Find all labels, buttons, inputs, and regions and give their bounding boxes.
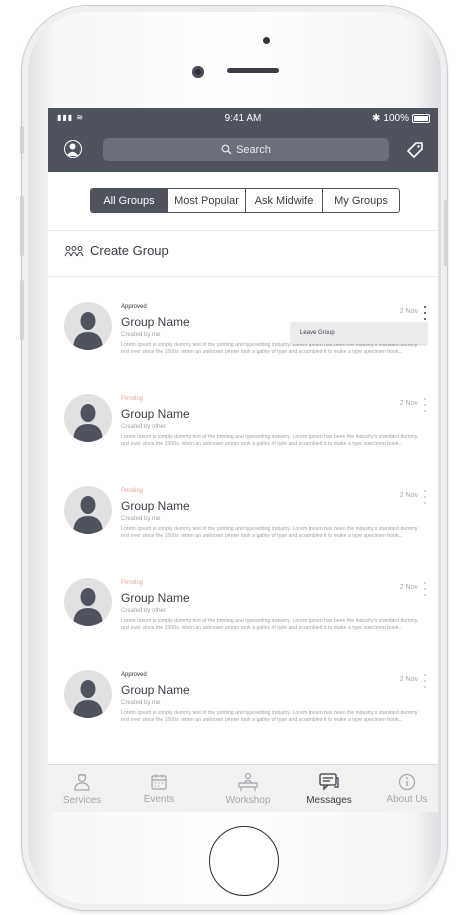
- create-group-button[interactable]: Create Group: [64, 243, 169, 258]
- calendar-icon: [151, 774, 167, 790]
- group-creator: Created by me: [121, 516, 161, 522]
- group-card[interactable]: Approved Group Name Created by me Lorem …: [64, 670, 428, 750]
- more-options-icon[interactable]: [422, 398, 428, 412]
- group-description: Lorem Ipsum is simply dummy text of the …: [121, 710, 418, 723]
- group-date: 2 Nov: [399, 308, 418, 315]
- group-card[interactable]: Pending Group Name Created by other Lore…: [64, 394, 428, 474]
- tab-about-us[interactable]: About Us: [373, 765, 438, 812]
- top-navbar: Search: [48, 128, 438, 172]
- group-icon: [64, 245, 84, 256]
- group-creator: Created by me: [121, 700, 161, 706]
- bottom-tab-bar: Services Events Workshop Messages About …: [48, 764, 438, 812]
- mute-switch: [20, 126, 24, 154]
- tab-all-groups[interactable]: All Groups: [91, 189, 167, 212]
- more-options-icon[interactable]: [422, 674, 428, 688]
- group-card[interactable]: Pending Group Name Created by me Lorem I…: [64, 486, 428, 566]
- group-name: Group Name: [121, 683, 190, 697]
- create-group-label: Create Group: [90, 243, 169, 258]
- group-card[interactable]: Pending Group Name Created by other Lore…: [64, 578, 428, 658]
- leave-group-menu-item[interactable]: Leave Group: [291, 322, 427, 344]
- group-avatar: [64, 486, 112, 534]
- group-date: 2 Nov: [399, 676, 418, 683]
- tab-ask-midwife[interactable]: Ask Midwife: [245, 189, 322, 212]
- group-avatar: [64, 302, 112, 350]
- volume-down-button: [20, 280, 24, 340]
- group-avatar: [64, 394, 112, 442]
- group-creator: Created by me: [121, 332, 161, 338]
- status-badge: Pending: [121, 488, 144, 494]
- more-options-icon[interactable]: [422, 490, 428, 504]
- status-badge: Pending: [121, 580, 144, 586]
- home-button[interactable]: [209, 826, 279, 896]
- status-badge: Approved: [121, 304, 147, 310]
- status-badge: Pending: [121, 396, 144, 402]
- tab-label: Events: [143, 794, 175, 805]
- tab-messages[interactable]: Messages: [294, 765, 364, 812]
- battery-indicator: ✱ 100%: [372, 113, 430, 124]
- group-name: Group Name: [121, 499, 190, 513]
- group-date: 2 Nov: [399, 584, 418, 591]
- workshop-icon: [238, 772, 258, 791]
- services-icon: [74, 773, 90, 791]
- search-icon: [221, 144, 232, 155]
- tab-services[interactable]: Services: [48, 765, 116, 812]
- status-badge: Approved: [121, 672, 147, 678]
- group-name: Group Name: [121, 315, 190, 329]
- status-bar: ▮▮▮ ≋ 9:41 AM ✱ 100%: [48, 108, 438, 128]
- power-button: [444, 200, 448, 266]
- more-options-icon[interactable]: [422, 582, 428, 596]
- group-name: Group Name: [121, 591, 190, 605]
- tab-events[interactable]: Events: [124, 765, 194, 812]
- section-divider: [48, 276, 438, 277]
- volume-up-button: [20, 196, 24, 256]
- profile-icon[interactable]: [64, 140, 82, 158]
- messages-icon: [319, 773, 339, 791]
- group-creator: Created by other: [121, 424, 166, 430]
- group-date: 2 Nov: [399, 492, 418, 499]
- proximity-sensor: [263, 37, 270, 44]
- group-avatar: [64, 670, 112, 718]
- speaker-grille: [227, 68, 279, 73]
- tag-icon[interactable]: [405, 140, 425, 160]
- tab-label: Workshop: [225, 795, 271, 806]
- section-divider: [48, 230, 438, 231]
- front-camera: [192, 66, 204, 78]
- info-icon: [398, 773, 416, 791]
- tab-label: Services: [62, 795, 102, 806]
- tab-label: Messages: [306, 795, 352, 806]
- tab-workshop[interactable]: Workshop: [213, 765, 283, 812]
- group-creator: Created by other: [121, 608, 166, 614]
- search-bar[interactable]: Search: [103, 138, 389, 161]
- group-name: Group Name: [121, 407, 190, 421]
- group-description: Lorem Ipsum is simply dummy text of the …: [121, 434, 418, 447]
- more-options-icon[interactable]: [422, 306, 428, 320]
- tab-my-groups[interactable]: My Groups: [322, 189, 399, 212]
- group-filter-tabs: All Groups Most Popular Ask Midwife My G…: [90, 188, 400, 213]
- group-description: Lorem Ipsum is simply dummy text of the …: [121, 618, 418, 631]
- app-screen: ▮▮▮ ≋ 9:41 AM ✱ 100% Search All Groups M…: [48, 108, 438, 812]
- group-description: Lorem Ipsum is simply dummy text of the …: [121, 526, 418, 539]
- group-date: 2 Nov: [399, 400, 418, 407]
- battery-icon: [412, 114, 430, 123]
- tab-most-popular[interactable]: Most Popular: [167, 189, 245, 212]
- search-placeholder: Search: [236, 143, 271, 156]
- bluetooth-icon: ✱: [372, 113, 381, 124]
- tab-label: About Us: [386, 794, 428, 805]
- battery-percent: 100%: [383, 113, 409, 124]
- group-avatar: [64, 578, 112, 626]
